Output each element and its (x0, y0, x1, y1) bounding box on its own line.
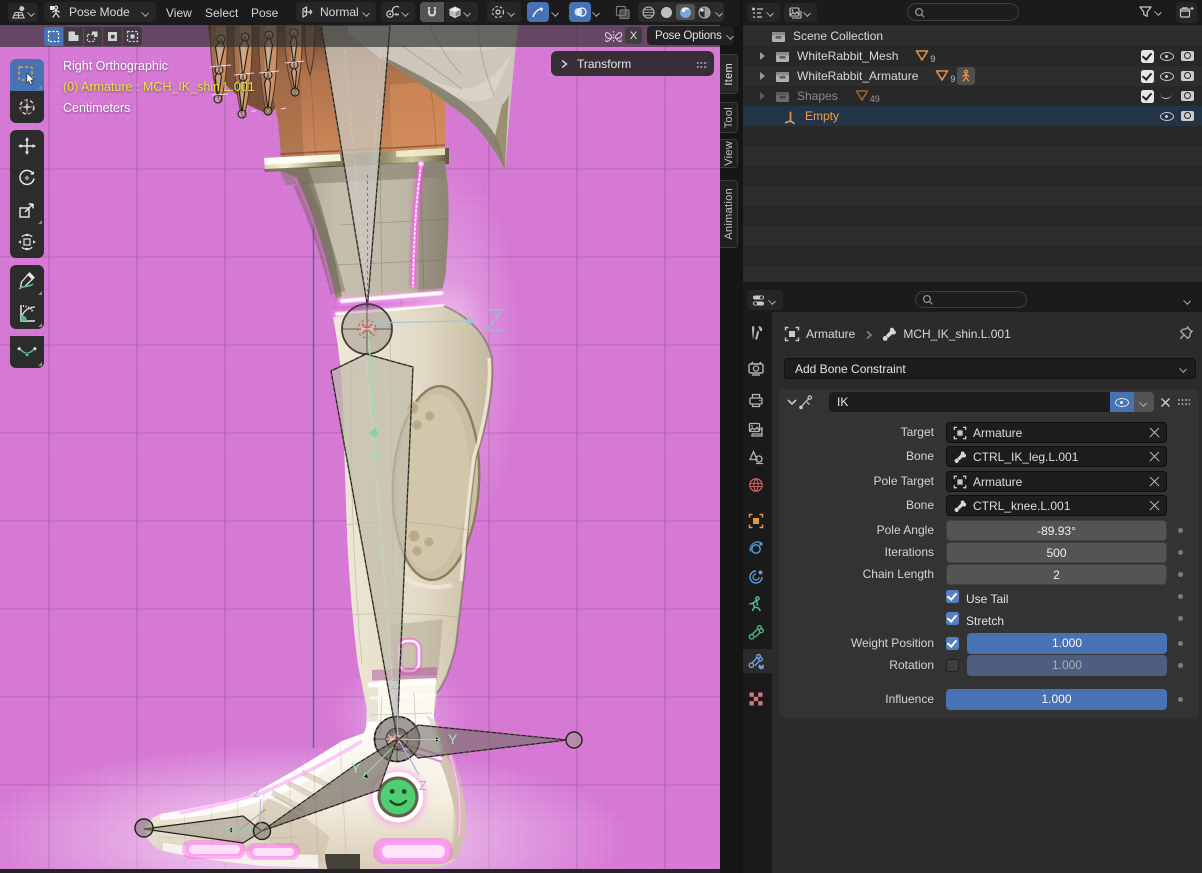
svg-text:Y: Y (216, 826, 223, 837)
svg-text:Y: Y (351, 760, 361, 776)
svg-text:Y: Y (369, 448, 379, 465)
svg-text:Z: Z (253, 788, 260, 800)
svg-text:Z: Z (419, 778, 427, 793)
svg-text:Y: Y (448, 731, 458, 747)
svg-text:Z: Z (391, 677, 399, 692)
